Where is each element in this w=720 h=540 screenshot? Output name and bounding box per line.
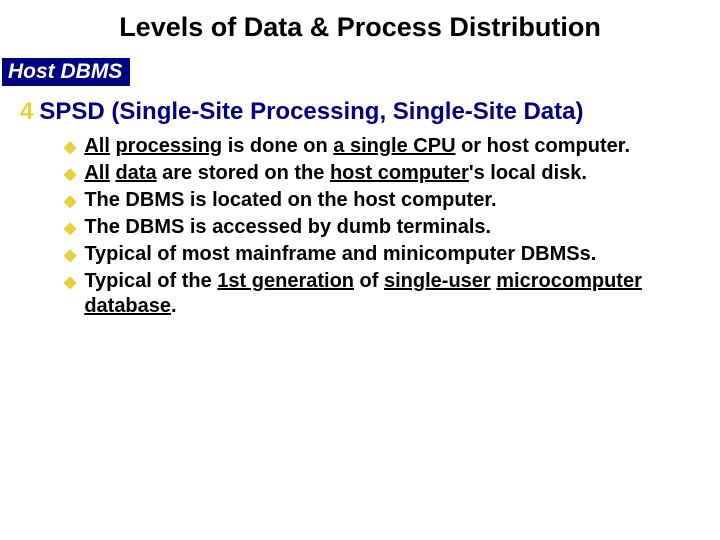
diamond-icon: ◆	[64, 246, 76, 266]
host-dbms-badge: Host DBMS	[2, 58, 130, 86]
diamond-icon: ◆	[64, 192, 76, 212]
diamond-icon: ◆	[64, 219, 76, 239]
bullet-item: ◆ All processing is done on a single CPU …	[64, 134, 684, 159]
bullet-item: ◆ Typical of most mainframe and minicompu…	[64, 242, 684, 267]
bullet-text: The DBMS is accessed by dumb terminals.	[84, 215, 684, 240]
content-section: 4 SPSD (Single-Site Processing, Single-S…	[20, 98, 700, 321]
slide-title: Levels of Data & Process Distribution	[0, 12, 720, 43]
bullet-text: Typical of most mainframe and minicomput…	[84, 242, 684, 267]
bullet-text: The DBMS is located on the host computer…	[84, 188, 684, 213]
section-heading: 4 SPSD (Single-Site Processing, Single-S…	[20, 98, 700, 126]
bullet-item: ◆ The DBMS is accessed by dumb terminals.	[64, 215, 684, 240]
slide: Levels of Data & Process Distribution Ho…	[0, 0, 720, 540]
bullet-item: ◆ All data are stored on the host compute…	[64, 161, 684, 186]
bullet-text: All processing is done on a single CPU o…	[84, 134, 684, 159]
diamond-icon: ◆	[64, 165, 76, 185]
bullet-text: Typical of the 1st generation of single-…	[84, 269, 684, 319]
diamond-icon: ◆	[64, 138, 76, 158]
bullet-text: All data are stored on the host computer…	[84, 161, 684, 186]
bullet-item: ◆ The DBMS is located on the host compute…	[64, 188, 684, 213]
four-icon: 4	[20, 98, 33, 126]
bullet-list: ◆ All processing is done on a single CPU …	[64, 134, 684, 319]
bullet-item: ◆ Typical of the 1st generation of single…	[64, 269, 684, 319]
heading-text: SPSD (Single-Site Processing, Single-Sit…	[39, 98, 583, 126]
diamond-icon: ◆	[64, 273, 76, 293]
